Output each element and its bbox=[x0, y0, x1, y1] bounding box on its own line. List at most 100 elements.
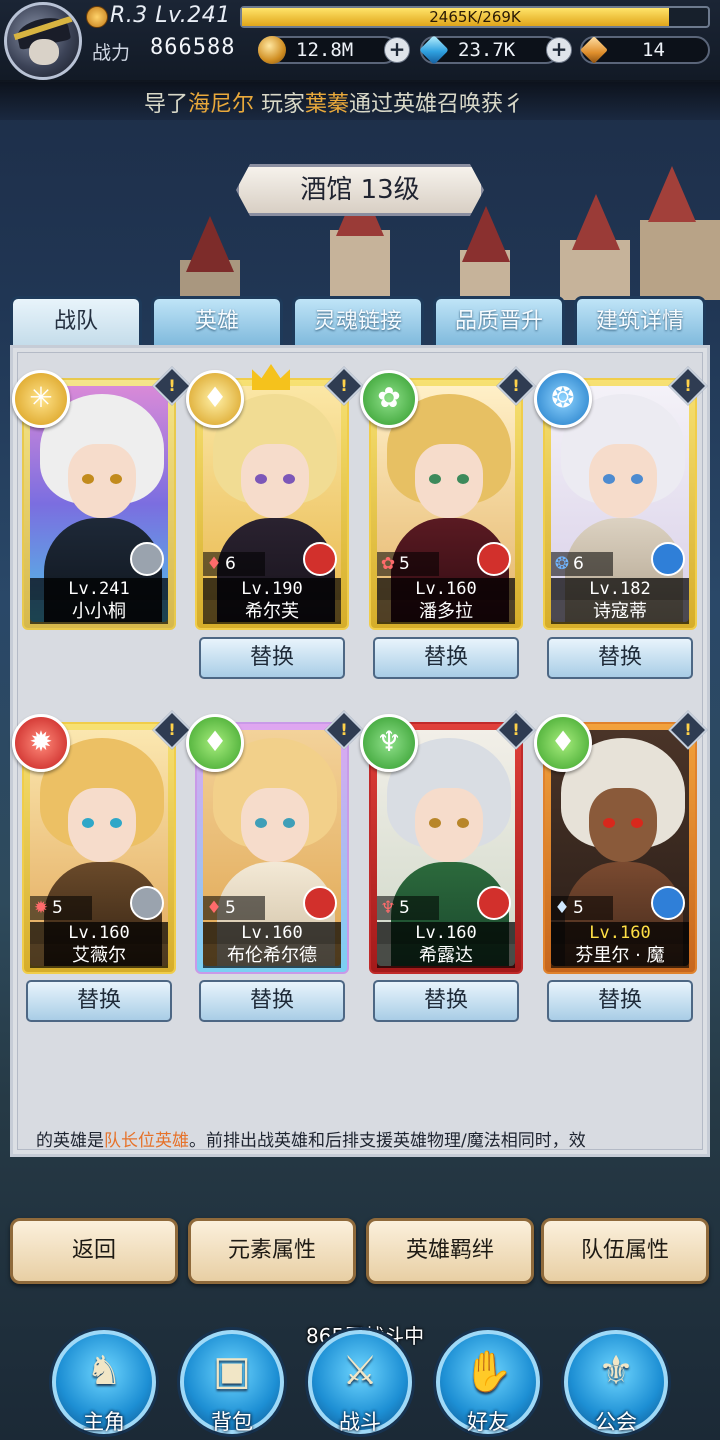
swap-button[interactable]: 替换 bbox=[199, 980, 345, 1022]
exp-bar: 2465K/269K bbox=[240, 6, 710, 28]
hero-level: Lv.160 bbox=[203, 922, 341, 944]
swap-button[interactable]: 替换 bbox=[373, 637, 519, 679]
swap-button[interactable]: 替换 bbox=[199, 637, 345, 679]
hero-bonds-button[interactable]: 英雄羁绊 bbox=[366, 1218, 534, 1284]
nav-battle[interactable]: ⚔ 战斗 bbox=[308, 1330, 412, 1434]
star-count: ✹ 5 bbox=[30, 896, 92, 920]
hero-name: 希露达 bbox=[377, 944, 515, 968]
summon-scroll-icon bbox=[580, 36, 608, 64]
building-title: 酒馆 13级 bbox=[300, 175, 420, 205]
exp-text: 2465K/269K bbox=[429, 8, 521, 26]
tab-building-details[interactable]: 建筑详情 bbox=[574, 296, 706, 346]
hero-level: Lv.160 bbox=[377, 578, 515, 600]
ticker-text: 导了海尼尔 玩家葉蓁通过英雄召唤获彳 bbox=[144, 92, 526, 117]
player-rank-level: R.3 Lv.241 bbox=[110, 3, 231, 28]
hero-level: Lv.241 bbox=[30, 578, 168, 600]
nature-element-icon: ✿ bbox=[360, 370, 418, 428]
hero-name: 小小桐 bbox=[30, 600, 168, 624]
add-gold-button[interactable]: + bbox=[384, 37, 410, 63]
helmet-icon: ♞ bbox=[86, 1348, 122, 1394]
warrior-class-icon bbox=[477, 886, 511, 920]
nav-bag[interactable]: ▣ 背包 bbox=[180, 1330, 284, 1434]
star-count: ♆ 5 bbox=[377, 896, 439, 920]
tab-soul-link[interactable]: 灵魂链接 bbox=[292, 296, 424, 346]
gem-value: 23.7K bbox=[458, 39, 516, 61]
tab-team[interactable]: 战队 bbox=[10, 296, 142, 346]
holy-element-icon: ♆ bbox=[380, 898, 396, 918]
handshake-icon: ✋ bbox=[463, 1349, 513, 1395]
hero-level: Lv.160 bbox=[30, 922, 168, 944]
nav-guild[interactable]: ⚜ 公会 bbox=[564, 1330, 668, 1434]
water-element-icon: ❂ bbox=[554, 554, 570, 574]
warrior-class-icon bbox=[303, 886, 337, 920]
mage-class-icon bbox=[651, 542, 685, 576]
nav-bag-label: 背包 bbox=[211, 1410, 253, 1434]
swap-button[interactable]: 替换 bbox=[26, 980, 172, 1022]
tab-quality-upgrade[interactable]: 品质晋升 bbox=[433, 296, 565, 346]
team-hint-text: 的英雄是队长位英雄。前排出战英雄和后排支援英雄物理/魔法相同时，效 bbox=[36, 1131, 586, 1151]
knight-class-icon bbox=[130, 886, 164, 920]
scroll-counter: 14 bbox=[580, 36, 710, 64]
star-count: ♦ 5 bbox=[203, 896, 265, 920]
nav-hero-label: 主角 bbox=[83, 1410, 125, 1434]
building-banner: 酒馆 13级 bbox=[236, 164, 484, 216]
hero-level: Lv.160 bbox=[551, 922, 689, 944]
swap-button[interactable]: 替换 bbox=[547, 980, 693, 1022]
wind-element-icon: ♦ bbox=[554, 898, 570, 918]
crossed-swords-icon: ⚔ bbox=[342, 1348, 378, 1394]
water-element-icon: ❂ bbox=[534, 370, 592, 428]
hero-name: 希尔芙 bbox=[203, 600, 341, 624]
fire-element-icon: ✹ bbox=[33, 898, 49, 918]
hero-name: 潘多拉 bbox=[377, 600, 515, 624]
light-element-icon: ✳ bbox=[12, 370, 70, 428]
wind-element-icon: ♦ bbox=[206, 898, 222, 918]
broadcast-ticker: 导了海尼尔 玩家葉蓁通过英雄召唤获彳 bbox=[0, 80, 720, 120]
mage-class-icon bbox=[651, 886, 685, 920]
power-label: 战力 bbox=[92, 42, 131, 64]
mage-class-icon bbox=[130, 542, 164, 576]
hero-level: Lv.182 bbox=[551, 578, 689, 600]
tab-heroes[interactable]: 英雄 bbox=[151, 296, 283, 346]
guild-crest-icon: ⚜ bbox=[598, 1348, 634, 1394]
gem-icon bbox=[419, 35, 449, 65]
star-count: ✿ 5 bbox=[377, 552, 439, 576]
hero-level: Lv.190 bbox=[203, 578, 341, 600]
star-count: ♦ 6 bbox=[203, 552, 265, 576]
fire-element-icon: ✹ bbox=[12, 714, 70, 772]
wind-element-icon: ♦ bbox=[186, 370, 244, 428]
element-attributes-button[interactable]: 元素属性 bbox=[188, 1218, 356, 1284]
nav-friends[interactable]: ✋ 好友 bbox=[436, 1330, 540, 1434]
player-avatar[interactable] bbox=[4, 2, 82, 80]
team-attributes-button[interactable]: 队伍属性 bbox=[541, 1218, 709, 1284]
hero-name: 布伦希尔德 bbox=[203, 944, 341, 968]
star-count: ♦ 5 bbox=[551, 896, 613, 920]
gem-counter: 23.7K + bbox=[419, 35, 572, 65]
nature-element-icon: ✿ bbox=[380, 554, 396, 574]
power-value: 866588 bbox=[150, 35, 236, 60]
gold-coin-icon bbox=[258, 36, 286, 64]
nav-battle-label: 战斗 bbox=[339, 1410, 381, 1434]
nav-friends-label: 好友 bbox=[467, 1410, 509, 1434]
wind-element-icon: ♦ bbox=[534, 714, 592, 772]
nav-hero[interactable]: ♞ 主角 bbox=[52, 1330, 156, 1434]
hero-level: Lv.160 bbox=[377, 922, 515, 944]
wind-element-icon: ♦ bbox=[206, 554, 222, 574]
hero-name: 诗寇蒂 bbox=[551, 600, 689, 624]
swap-button[interactable]: 替换 bbox=[547, 637, 693, 679]
top-status-bar: R.3 Lv.241 2465K/269K 战力 866588 12.8M + … bbox=[0, 0, 720, 82]
gold-counter: 12.8M + bbox=[258, 36, 410, 64]
back-button[interactable]: 返回 bbox=[10, 1218, 178, 1284]
warrior-class-icon bbox=[477, 542, 511, 576]
add-gem-button[interactable]: + bbox=[546, 37, 572, 63]
holy-element-icon: ♆ bbox=[360, 714, 418, 772]
nav-guild-label: 公会 bbox=[595, 1410, 637, 1434]
warrior-class-icon bbox=[303, 542, 337, 576]
rank-badge-icon bbox=[86, 6, 108, 28]
scroll-value: 14 bbox=[642, 39, 665, 61]
swap-button[interactable]: 替换 bbox=[373, 980, 519, 1022]
hero-name: 艾薇尔 bbox=[30, 944, 168, 968]
star-count: ❂ 6 bbox=[551, 552, 613, 576]
gold-value: 12.8M bbox=[296, 39, 354, 61]
backpack-icon: ▣ bbox=[213, 1348, 251, 1394]
hero-name: 芬里尔 · 魔 bbox=[551, 944, 689, 968]
